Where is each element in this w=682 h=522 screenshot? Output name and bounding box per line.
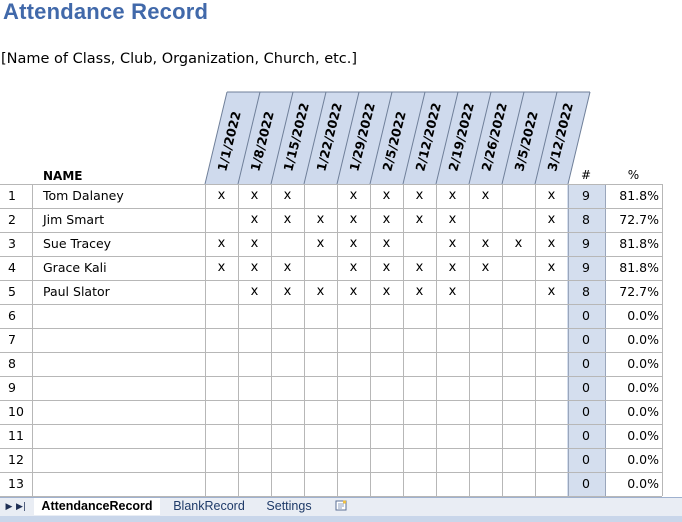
tab-attendance-record[interactable]: AttendanceRecord	[34, 498, 160, 515]
grid-lines	[0, 184, 663, 497]
date-header-band: 1/1/2022 1/8/2022 1/15/2022 1/22/2022 1/29/2…	[204, 91, 591, 184]
count-column-header[interactable]: #	[567, 168, 605, 182]
tab-blank-record[interactable]: BlankRecord	[168, 498, 250, 515]
name-column-header[interactable]: NAME	[43, 169, 82, 183]
insert-sheet-icon[interactable]	[335, 500, 347, 511]
percent-column-header[interactable]: %	[605, 168, 662, 182]
sheet-tab-bar: ▶ ▶| AttendanceRecord BlankRecord Settin…	[0, 497, 682, 522]
first-sheet-button[interactable]: ▶	[3, 501, 15, 513]
tab-settings[interactable]: Settings	[258, 498, 320, 515]
last-sheet-button[interactable]: ▶|	[15, 501, 27, 513]
tab-bar-strip	[0, 516, 682, 522]
